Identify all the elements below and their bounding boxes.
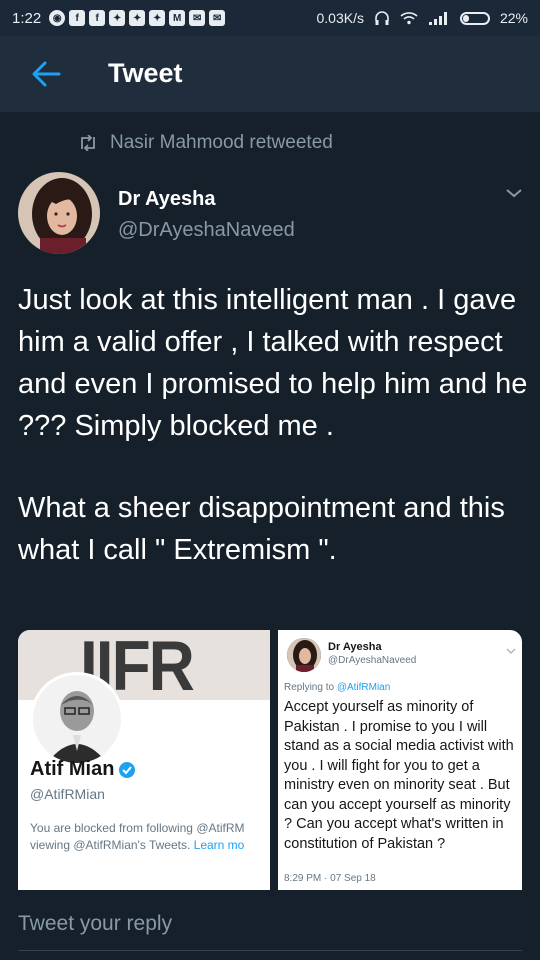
retweet-icon <box>81 135 95 151</box>
facebook-icon: f <box>89 10 106 26</box>
replying-to-label: Replying to <box>284 682 337 693</box>
headphones-icon <box>375 11 389 25</box>
avatar-image <box>287 638 321 672</box>
app-bar: Tweet <box>0 36 540 112</box>
profile-handle: @AtifRMian <box>30 786 105 802</box>
avatar-image <box>18 172 100 254</box>
whatsapp-icon: ◉ <box>49 10 66 26</box>
embedded-chevron-icon <box>506 642 516 660</box>
messenger-icon: ✉ <box>189 10 206 26</box>
verified-badge-icon <box>119 761 136 778</box>
twitter-icon: ✦ <box>109 10 126 26</box>
replying-to-handle: @AtifRMian <box>336 682 391 693</box>
facebook-icon: f <box>69 10 86 26</box>
tweet-paragraph: Just look at this intelligent man . I ga… <box>18 284 528 442</box>
author-avatar[interactable] <box>18 172 100 254</box>
tweet-body: Just look at this intelligent man . I ga… <box>18 279 528 571</box>
battery-icon <box>459 11 490 25</box>
author-handle[interactable]: @DrAyeshaNaveed <box>118 219 295 242</box>
messenger-icon: ✉ <box>209 10 226 26</box>
media-image-left[interactable]: IIFR Atif Mian @AtifRMian You are blocke… <box>18 630 270 890</box>
learn-more-link: Learn mo <box>193 838 245 852</box>
back-button[interactable] <box>26 56 66 92</box>
back-arrow-icon <box>32 61 61 87</box>
embedded-tweet-text: Accept yourself as minority of Pakistan … <box>284 699 514 852</box>
status-bar: 1:22 ◉ f f ✦ ✦ ✦ M ✉ ✉ 0.03K/s 22% <box>0 0 540 36</box>
tweet-paragraph: What a sheer disappointment and this wha… <box>18 492 505 566</box>
more-options-button[interactable] <box>504 186 524 205</box>
twitter-icon: ✦ <box>149 10 166 26</box>
retweet-indicator: Nasir Mahmood retweeted <box>78 132 333 154</box>
embedded-replying-to: Replying to @AtifRMian <box>284 682 390 693</box>
blocked-line-1: You are blocked from following @AtifRM <box>30 821 245 835</box>
blocked-notice: You are blocked from following @AtifRM v… <box>30 820 270 854</box>
embedded-author-handle: @DrAyeshaNaveed <box>328 655 417 666</box>
retweet-text[interactable]: Nasir Mahmood retweeted <box>110 132 333 154</box>
profile-avatar <box>30 672 124 766</box>
status-time: 1:22 <box>12 9 42 27</box>
gmail-icon: M <box>169 10 186 26</box>
twitter-icon: ✦ <box>129 10 146 26</box>
reply-bar: Tweet your reply <box>0 890 540 960</box>
page-title: Tweet <box>108 58 183 88</box>
author-name[interactable]: Dr Ayesha <box>118 188 215 211</box>
reply-input[interactable]: Tweet your reply <box>18 912 172 936</box>
signal-icon <box>428 12 447 25</box>
blocked-line-2-text: viewing @AtifRMian's Tweets. <box>30 838 194 852</box>
embedded-avatar <box>287 638 321 672</box>
battery-percent: 22% <box>499 10 528 26</box>
embedded-author-name: Dr Ayesha <box>328 641 382 653</box>
net-speed: 0.03K/s <box>316 10 364 26</box>
notification-icons: ◉ f f ✦ ✦ ✦ M ✉ ✉ <box>49 10 226 26</box>
avatar-image <box>33 675 121 763</box>
wifi-icon <box>400 12 418 25</box>
profile-name-text: Atif Mian <box>30 758 115 780</box>
profile-name: Atif Mian <box>30 758 136 781</box>
media-image-right[interactable]: Dr Ayesha @DrAyeshaNaveed Replying to @A… <box>278 630 522 890</box>
blocked-line-2: viewing @AtifRMian's Tweets. Learn mo <box>30 837 270 854</box>
reply-underline <box>18 950 522 951</box>
chevron-down-icon <box>506 189 522 198</box>
embedded-timestamp: 8:29 PM · 07 Sep 18 <box>284 873 376 884</box>
